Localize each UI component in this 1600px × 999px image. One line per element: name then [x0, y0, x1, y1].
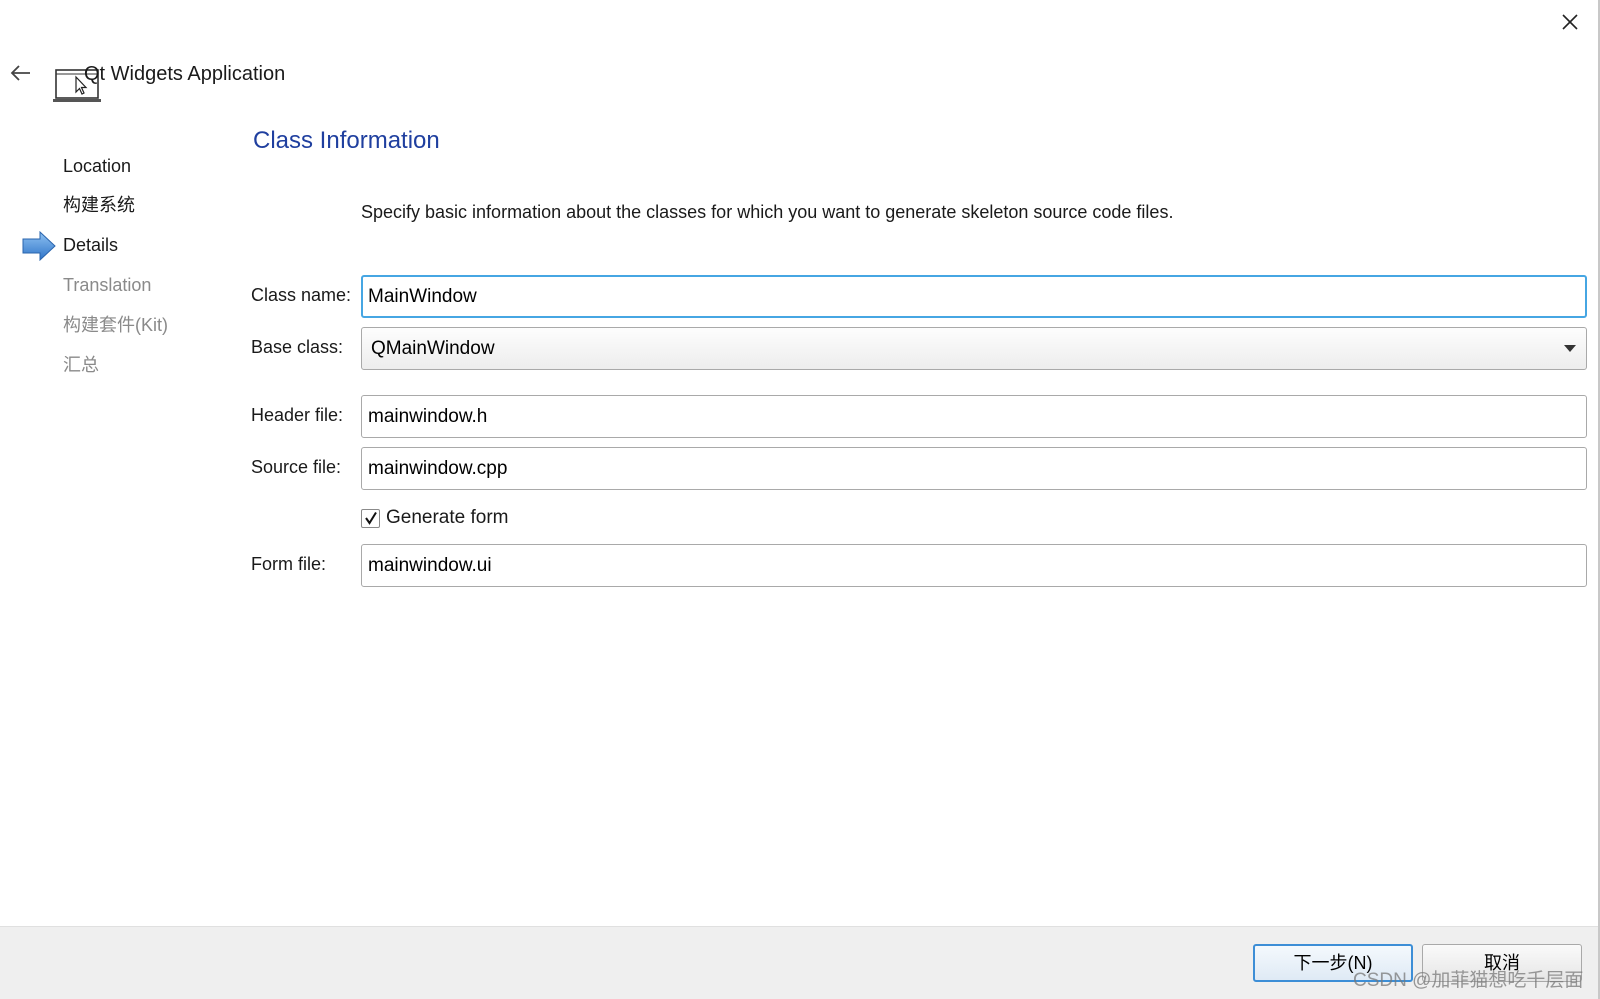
back-button[interactable] — [6, 58, 36, 88]
step-details: Details — [63, 235, 119, 255]
class-name-label: Class name: — [251, 285, 352, 305]
generate-form-label: Generate form — [386, 507, 509, 528]
header-file-label: Header file: — [251, 405, 344, 425]
checkmark-icon — [364, 511, 377, 525]
chevron-down-icon — [1564, 345, 1576, 352]
form-file-input[interactable]: mainwindow.ui — [361, 544, 1587, 587]
current-step-arrow-icon — [22, 231, 56, 261]
close-icon — [1562, 14, 1578, 30]
close-button[interactable] — [1552, 6, 1588, 38]
base-class-select[interactable]: QMainWindow — [361, 327, 1587, 370]
step-build-system: 构建系统 — [63, 195, 135, 215]
class-name-input[interactable]: MainWindow — [361, 275, 1587, 318]
form-file-label: Form file: — [251, 554, 327, 574]
header-file-input[interactable]: mainwindow.h — [361, 395, 1587, 438]
source-file-label: Source file: — [251, 457, 342, 477]
step-kits: 构建套件(Kit) — [63, 315, 168, 335]
wizard-title: Qt Widgets Application — [84, 63, 286, 85]
page-title: Class Information — [253, 127, 440, 154]
base-class-value: QMainWindow — [371, 338, 495, 359]
step-translation: Translation — [63, 275, 152, 295]
step-location: Location — [63, 156, 132, 176]
watermark: CSDN @加菲猫想吃千层面 — [1353, 970, 1584, 991]
source-file-input[interactable]: mainwindow.cpp — [361, 447, 1587, 490]
step-summary: 汇总 — [63, 355, 99, 375]
generate-form-row[interactable]: Generate form — [361, 505, 509, 531]
page-description: Specify basic information about the clas… — [361, 202, 1174, 222]
arrow-left-icon — [10, 65, 30, 81]
wizard-window: Qt Widgets Application Location 构建系统 Det… — [0, 0, 1600, 999]
generate-form-checkbox[interactable] — [361, 508, 380, 528]
base-class-label: Base class: — [251, 337, 344, 357]
